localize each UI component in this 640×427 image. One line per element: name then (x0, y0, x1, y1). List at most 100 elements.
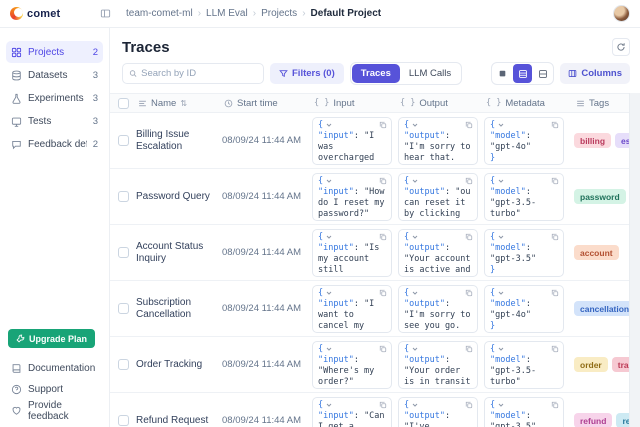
copy-icon[interactable] (465, 289, 473, 297)
columns-button[interactable]: Columns (560, 63, 630, 84)
comet-logo[interactable]: comet (10, 7, 60, 20)
density-medium-button[interactable] (513, 64, 532, 83)
sidebar-item-tests[interactable]: Tests3 (6, 110, 103, 132)
chevron-down-icon[interactable] (497, 121, 505, 129)
chevron-down-icon[interactable] (497, 289, 505, 297)
output-json-cell[interactable]: {"output": "I've submitted your refund r… (398, 397, 478, 427)
output-json-cell[interactable]: {"output": "ou can reset it by clicking … (398, 173, 478, 221)
copy-icon[interactable] (551, 345, 559, 353)
copy-icon[interactable] (379, 401, 387, 409)
row-checkbox[interactable] (118, 135, 129, 146)
copy-icon[interactable] (465, 177, 473, 185)
sidebar-collapse-icon[interactable] (98, 7, 112, 21)
copy-icon[interactable] (465, 345, 473, 353)
input-json-cell[interactable]: {"input": "I want to cancel my subscript… (312, 285, 392, 333)
trace-row[interactable]: Order Tracking08/09/24 11:44 AM{"input":… (110, 337, 629, 393)
input-json-cell[interactable]: {"input": "Where's my order?"} (312, 341, 392, 389)
density-relaxed-button[interactable] (533, 64, 552, 83)
row-checkbox[interactable] (118, 191, 129, 202)
metadata-json-cell[interactable]: {"model": "gpt-3.5-turbo"} (484, 173, 564, 221)
input-json-cell[interactable]: {"input": "How do I reset my password?"} (312, 173, 392, 221)
chevron-down-icon[interactable] (325, 177, 333, 185)
chevron-down-icon[interactable] (325, 345, 333, 353)
metadata-json-cell[interactable]: {"model": "gpt-3.5"} (484, 397, 564, 427)
sort-icon[interactable]: ⇅ (180, 99, 187, 108)
sidebar-item-projects[interactable]: Projects2 (6, 41, 103, 63)
trace-row[interactable]: Billing Issue Escalation08/09/24 11:44 A… (110, 113, 629, 169)
row-checkbox[interactable] (118, 359, 129, 370)
chevron-down-icon[interactable] (497, 233, 505, 241)
breadcrumb-item[interactable]: team-comet-ml (126, 8, 193, 19)
trace-row[interactable]: Subscription Cancellation08/09/24 11:44 … (110, 281, 629, 337)
sidebar-item-datasets[interactable]: Datasets3 (6, 64, 103, 86)
copy-icon[interactable] (551, 289, 559, 297)
upgrade-plan-button[interactable]: Upgrade Plan (8, 329, 95, 348)
copy-icon[interactable] (379, 121, 387, 129)
search-input[interactable] (141, 68, 257, 79)
metadata-json-cell[interactable]: {"model": "gpt-3.5"} (484, 229, 564, 277)
breadcrumb-item[interactable]: Default Project (311, 8, 382, 19)
column-header-tags[interactable]: Tags (589, 98, 609, 109)
sidebar-footer-documentation[interactable]: Documentation (0, 358, 109, 379)
copy-icon[interactable] (379, 345, 387, 353)
copy-icon[interactable] (465, 401, 473, 409)
output-json-cell[interactable]: {"output": "I'm sorry to hear that. Let … (398, 117, 478, 165)
sidebar-footer-support[interactable]: Support (0, 379, 109, 400)
chevron-down-icon[interactable] (411, 177, 419, 185)
tab-traces[interactable]: Traces (352, 64, 400, 83)
output-json-cell[interactable]: {"output": "Your order is in transit and… (398, 341, 478, 389)
copy-icon[interactable] (465, 233, 473, 241)
density-compact-button[interactable] (493, 64, 512, 83)
tab-llm-calls[interactable]: LLM Calls (400, 64, 460, 83)
copy-icon[interactable] (465, 121, 473, 129)
metadata-json-cell[interactable]: {"model": "gpt-4o"} (484, 285, 564, 333)
copy-icon[interactable] (379, 289, 387, 297)
column-header-name[interactable]: Name (151, 98, 176, 109)
metadata-json-cell[interactable]: {"model": "gpt-3.5-turbo"} (484, 341, 564, 389)
sidebar-item-experiments[interactable]: Experiments3 (6, 87, 103, 109)
trace-row[interactable]: Refund Request08/09/24 11:44 AM{"input":… (110, 393, 629, 427)
user-avatar[interactable] (613, 5, 630, 22)
column-header-input[interactable]: Input (333, 98, 354, 109)
column-header-output[interactable]: Output (419, 98, 448, 109)
chevron-down-icon[interactable] (325, 121, 333, 129)
breadcrumb-item[interactable]: Projects (261, 8, 297, 19)
output-json-cell[interactable]: {"output": "I'm sorry to see you go. I'v… (398, 285, 478, 333)
copy-icon[interactable] (379, 233, 387, 241)
chevron-down-icon[interactable] (497, 177, 505, 185)
trace-start-time: 08/09/24 11:44 AM (222, 247, 312, 258)
chevron-down-icon[interactable] (325, 289, 333, 297)
row-checkbox[interactable] (118, 247, 129, 258)
chevron-down-icon[interactable] (411, 121, 419, 129)
chevron-down-icon[interactable] (497, 345, 505, 353)
metadata-json-cell[interactable]: {"model": "gpt-4o"} (484, 117, 564, 165)
chevron-down-icon[interactable] (411, 401, 419, 409)
trace-row[interactable]: Account Status Inquiry08/09/24 11:44 AM{… (110, 225, 629, 281)
copy-icon[interactable] (551, 121, 559, 129)
select-all-checkbox[interactable] (118, 98, 129, 109)
copy-icon[interactable] (551, 401, 559, 409)
sidebar-item-feedback-definitions[interactable]: Feedback definitions2 (6, 133, 103, 155)
sidebar-footer-provide-feedback[interactable]: Provide feedback (0, 400, 109, 421)
chevron-down-icon[interactable] (411, 233, 419, 241)
output-json-cell[interactable]: {"output": "Your account is active and i… (398, 229, 478, 277)
breadcrumb-item[interactable]: LLM Eval (206, 8, 248, 19)
chevron-down-icon[interactable] (411, 289, 419, 297)
copy-icon[interactable] (551, 177, 559, 185)
copy-icon[interactable] (379, 177, 387, 185)
input-json-cell[interactable]: {"input": "Is my account still active?"} (312, 229, 392, 277)
trace-row[interactable]: Password Query08/09/24 11:44 AM{"input":… (110, 169, 629, 225)
filters-button[interactable]: Filters (0) (270, 63, 344, 84)
column-header-metadata[interactable]: Metadata (505, 98, 545, 109)
input-json-cell[interactable]: {"input": "Can I get a refund for my las… (312, 397, 392, 427)
copy-icon[interactable] (551, 233, 559, 241)
chevron-down-icon[interactable] (497, 401, 505, 409)
input-json-cell[interactable]: {"input": "I was overcharged on my last … (312, 117, 392, 165)
chevron-down-icon[interactable] (325, 233, 333, 241)
row-checkbox[interactable] (118, 415, 129, 426)
refresh-button[interactable] (612, 38, 630, 56)
column-header-start-time[interactable]: Start time (237, 98, 278, 109)
chevron-down-icon[interactable] (325, 401, 333, 409)
chevron-down-icon[interactable] (411, 345, 419, 353)
row-checkbox[interactable] (118, 303, 129, 314)
